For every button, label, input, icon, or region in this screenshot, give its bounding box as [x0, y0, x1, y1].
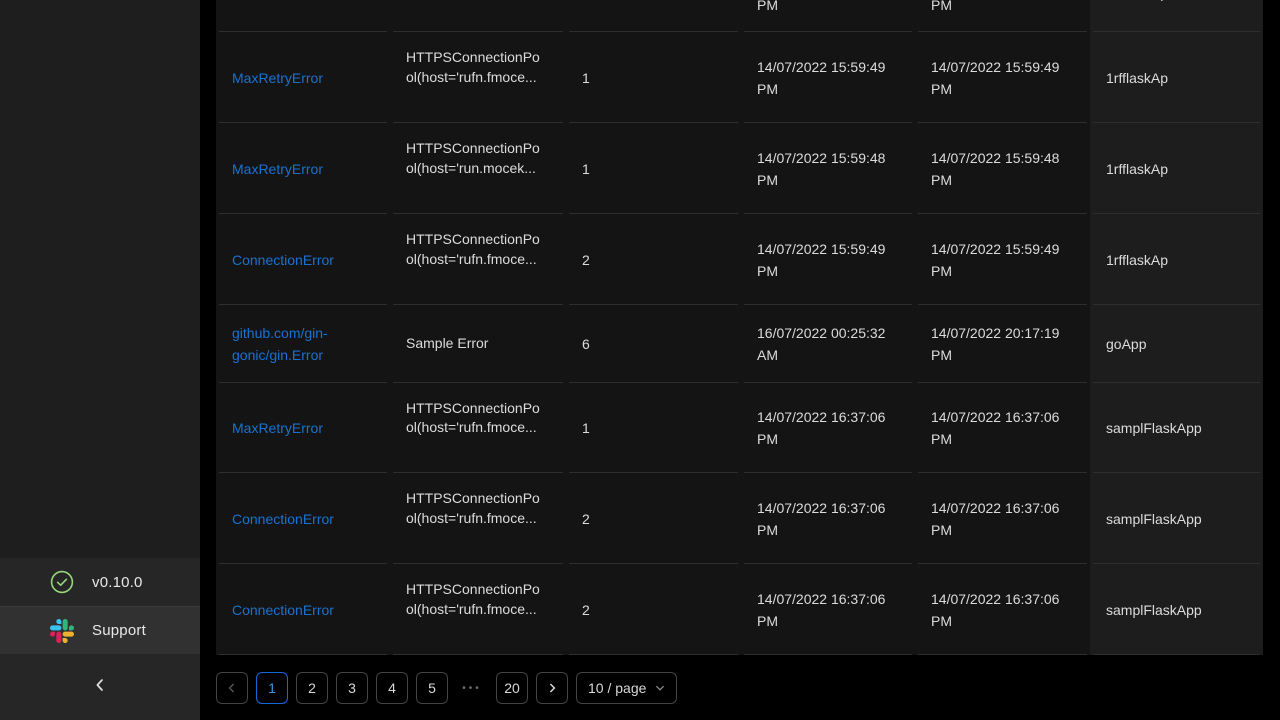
- pagination-page-20[interactable]: 20: [496, 672, 528, 704]
- last-seen-cell: 14/07/2022 15:59:49 PM: [741, 214, 915, 305]
- application-cell: 1rfflaskAp: [1090, 0, 1263, 32]
- application-cell: goApp: [1090, 305, 1263, 383]
- count-cell: 2: [566, 564, 741, 655]
- first-seen-cell: 14/07/2022 16:37:06 PM: [915, 383, 1090, 473]
- page-size-select[interactable]: 10 / page: [576, 672, 677, 704]
- main: PM PM 1rfflaskAp MaxRetryError HTTPSConn…: [216, 0, 1263, 655]
- pagination-jump-next[interactable]: •••: [456, 672, 488, 704]
- error-message-cell: HTTPSConnectionPo ol(host='rufn.fmoce...: [390, 214, 566, 305]
- first-seen-cell: PM: [915, 0, 1090, 32]
- application-cell: samplFlaskApp: [1090, 564, 1263, 655]
- error-type-cell: MaxRetryError: [216, 32, 390, 123]
- error-message-cell: [390, 0, 566, 32]
- first-seen-cell: 14/07/2022 16:37:06 PM: [915, 564, 1090, 655]
- pagination: 1 2 3 4 5 ••• 20 10 / page: [216, 672, 677, 704]
- last-seen-cell: 14/07/2022 16:37:06 PM: [741, 564, 915, 655]
- error-type-link[interactable]: ConnectionError: [232, 508, 374, 530]
- table-row: MaxRetryError HTTPSConnectionPo ol(host=…: [216, 32, 1263, 123]
- chevron-left-icon: [93, 678, 107, 697]
- error-message-cell: HTTPSConnectionPo ol(host='run.mocek...: [390, 123, 566, 214]
- error-message-cell: HTTPSConnectionPo ol(host='rufn.fmoce...: [390, 383, 566, 473]
- version-label: v0.10.0: [92, 574, 143, 591]
- count-cell: 1: [566, 383, 741, 473]
- table-row: github.com/gin- gonic/gin.Error Sample E…: [216, 305, 1263, 383]
- error-type-cell: MaxRetryError: [216, 123, 390, 214]
- error-type-link[interactable]: MaxRetryError: [232, 67, 374, 89]
- chevron-left-icon: [227, 680, 237, 696]
- slack-icon: [50, 619, 74, 643]
- count-cell: 1: [566, 32, 741, 123]
- sidebar-item-version[interactable]: v0.10.0: [0, 558, 200, 606]
- count-cell: 6: [566, 305, 741, 383]
- last-seen-cell: 14/07/2022 15:59:48 PM: [741, 123, 915, 214]
- errors-table: PM PM 1rfflaskAp MaxRetryError HTTPSConn…: [216, 0, 1263, 655]
- first-seen-cell: 14/07/2022 15:59:48 PM: [915, 123, 1090, 214]
- chevron-down-icon: [655, 680, 665, 696]
- check-circle-icon: [50, 570, 74, 594]
- application-cell: 1rfflaskAp: [1090, 123, 1263, 214]
- count-cell: 1: [566, 123, 741, 214]
- error-type-cell: ConnectionError: [216, 473, 390, 564]
- pagination-page-5[interactable]: 5: [416, 672, 448, 704]
- error-message-cell: Sample Error: [390, 305, 566, 383]
- error-type-link[interactable]: ConnectionError: [232, 249, 374, 271]
- first-seen-cell: 14/07/2022 16:37:06 PM: [915, 473, 1090, 564]
- page-size-value: 10 / page: [588, 680, 646, 696]
- application-cell: 1rfflaskAp: [1090, 214, 1263, 305]
- table-row: ConnectionError HTTPSConnectionPo ol(hos…: [216, 473, 1263, 564]
- last-seen-cell: 16/07/2022 00:25:32 AM: [741, 305, 915, 383]
- application-cell: samplFlaskApp: [1090, 383, 1263, 473]
- table-row: ConnectionError HTTPSConnectionPo ol(hos…: [216, 214, 1263, 305]
- pagination-page-2[interactable]: 2: [296, 672, 328, 704]
- error-message-cell: HTTPSConnectionPo ol(host='rufn.fmoce...: [390, 32, 566, 123]
- sidebar-bottom-menu: v0.10.0 Support: [0, 558, 200, 720]
- error-type-link[interactable]: MaxRetryError: [232, 158, 374, 180]
- pagination-page-4[interactable]: 4: [376, 672, 408, 704]
- last-seen-cell: 14/07/2022 16:37:06 PM: [741, 383, 915, 473]
- error-type-cell: ConnectionError: [216, 214, 390, 305]
- application-cell: 1rfflaskAp: [1090, 32, 1263, 123]
- error-type-link[interactable]: ConnectionError: [232, 599, 374, 621]
- first-seen-cell: 14/07/2022 20:17:19 PM: [915, 305, 1090, 383]
- pagination-next-button[interactable]: [536, 672, 568, 704]
- sidebar-collapse-trigger[interactable]: [0, 654, 200, 720]
- first-seen-cell: 14/07/2022 15:59:49 PM: [915, 214, 1090, 305]
- error-type-link[interactable]: github.com/gin- gonic/gin.Error: [232, 322, 374, 366]
- error-message-cell: HTTPSConnectionPo ol(host='rufn.fmoce...: [390, 473, 566, 564]
- table-row: MaxRetryError HTTPSConnectionPo ol(host=…: [216, 123, 1263, 214]
- table-row: MaxRetryError HTTPSConnectionPo ol(host=…: [216, 383, 1263, 473]
- count-cell: 2: [566, 473, 741, 564]
- pagination-page-3[interactable]: 3: [336, 672, 368, 704]
- last-seen-cell: 14/07/2022 16:37:06 PM: [741, 473, 915, 564]
- count-cell: [566, 0, 741, 32]
- table-row-partial: PM PM 1rfflaskAp: [216, 0, 1263, 32]
- pagination-prev-button[interactable]: [216, 672, 248, 704]
- sidebar: v0.10.0 Support: [0, 0, 200, 720]
- error-message-cell: HTTPSConnectionPo ol(host='rufn.fmoce...: [390, 564, 566, 655]
- last-seen-cell: PM: [741, 0, 915, 32]
- sidebar-item-support[interactable]: Support: [0, 606, 200, 654]
- chevron-right-icon: [547, 680, 557, 696]
- last-seen-cell: 14/07/2022 15:59:49 PM: [741, 32, 915, 123]
- error-type-cell: [216, 0, 390, 32]
- pagination-page-1[interactable]: 1: [256, 672, 288, 704]
- application-cell: samplFlaskApp: [1090, 473, 1263, 564]
- error-type-cell: github.com/gin- gonic/gin.Error: [216, 305, 390, 383]
- table-row: ConnectionError HTTPSConnectionPo ol(hos…: [216, 564, 1263, 655]
- error-type-cell: ConnectionError: [216, 564, 390, 655]
- first-seen-cell: 14/07/2022 15:59:49 PM: [915, 32, 1090, 123]
- error-type-link[interactable]: MaxRetryError: [232, 417, 374, 439]
- count-cell: 2: [566, 214, 741, 305]
- error-type-cell: MaxRetryError: [216, 383, 390, 473]
- sidebar-nav-area: [0, 0, 200, 558]
- support-label: Support: [92, 622, 146, 639]
